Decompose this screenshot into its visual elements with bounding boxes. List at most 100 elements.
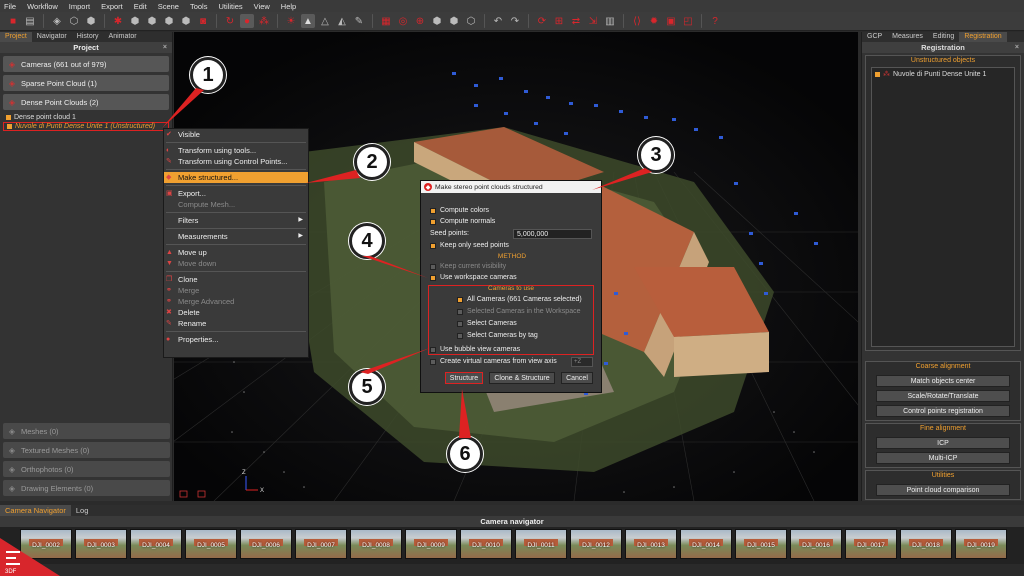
virtual-axis-select[interactable]: +Z: [571, 357, 593, 367]
menu-item[interactable]: ◆ Make structured...: [164, 172, 308, 183]
texture-tool-icon[interactable]: ⬢: [162, 14, 176, 28]
camera-thumbnail[interactable]: DJI_0010: [460, 529, 512, 559]
globe-icon[interactable]: ⊕: [413, 14, 427, 28]
camera-thumbnail[interactable]: DJI_0013: [625, 529, 677, 559]
brush-icon[interactable]: ✎: [352, 14, 366, 28]
seed-points-input[interactable]: 5,000,000: [513, 229, 592, 239]
camera-thumbnail[interactable]: DJI_0014: [680, 529, 732, 559]
menu-item[interactable]: ▲ Move up: [164, 247, 308, 258]
checkbox-box[interactable]: [430, 274, 436, 281]
camera-thumbnail[interactable]: DJI_0012: [570, 529, 622, 559]
menu-import[interactable]: Import: [69, 2, 90, 11]
point-cloud-comparison-button[interactable]: Point cloud comparison: [876, 484, 1010, 496]
crop-icon[interactable]: ⊞: [552, 14, 566, 28]
camera-thumbnail[interactable]: DJI_0007: [295, 529, 347, 559]
camera-tool-icon[interactable]: ◈: [50, 14, 64, 28]
menu-edit[interactable]: Edit: [134, 2, 147, 11]
new-project-icon[interactable]: ■: [6, 14, 20, 28]
target-icon[interactable]: ◎: [396, 14, 410, 28]
group-header[interactable]: ◈ Cameras (661 out of 979): [3, 56, 169, 72]
use-bubble-cameras-checkbox[interactable]: Use bubble view cameras: [430, 346, 520, 353]
tab-registration[interactable]: Registration: [959, 32, 1007, 42]
tab-project[interactable]: Project: [0, 32, 32, 42]
camera-thumbnail[interactable]: DJI_0004: [130, 529, 182, 559]
hierarchy-icon[interactable]: ⁂: [257, 14, 271, 28]
menu-scene[interactable]: Scene: [158, 2, 179, 11]
sync-icon[interactable]: ⇄: [569, 14, 583, 28]
triangle-shade-icon[interactable]: ◭: [335, 14, 349, 28]
checkbox-box[interactable]: [430, 346, 436, 353]
menu-file[interactable]: File: [4, 2, 16, 11]
icp-button[interactable]: ICP: [876, 437, 1010, 449]
refresh-icon[interactable]: ⟳: [535, 14, 549, 28]
menu-export[interactable]: Export: [101, 2, 123, 11]
keep-visibility-checkbox[interactable]: Keep current visibility: [430, 263, 506, 270]
menu-item[interactable]: ✎ Rename: [164, 318, 308, 329]
radio-cameras-by-tag[interactable]: Select Cameras by tag: [457, 332, 538, 339]
rotate-icon[interactable]: ↻: [223, 14, 237, 28]
list-item[interactable]: ⁂ Nuvole di Punti Dense Unite 1: [875, 70, 1011, 78]
close-icon[interactable]: ×: [163, 42, 167, 53]
menu-tools[interactable]: Tools: [190, 2, 208, 11]
radio-button[interactable]: [457, 308, 463, 315]
tab-navigator[interactable]: Navigator: [32, 32, 72, 42]
chart-icon[interactable]: ▥: [603, 14, 617, 28]
mesh-tool-icon[interactable]: ⬢: [145, 14, 159, 28]
multi-icp-button[interactable]: Multi-ICP: [876, 452, 1010, 464]
group-header[interactable]: ◈ Dense Point Clouds (2): [3, 94, 169, 110]
menu-item[interactable]: ● Properties...: [164, 334, 308, 345]
camera-thumbnail[interactable]: DJI_0006: [240, 529, 292, 559]
menu-item[interactable]: ✔ Visible: [164, 129, 308, 140]
control-points-registration-button[interactable]: Control points registration: [876, 405, 1010, 417]
radio-button[interactable]: [457, 332, 463, 339]
camera-thumbnail[interactable]: DJI_0019: [955, 529, 1007, 559]
tab-log[interactable]: Log: [71, 505, 94, 516]
group-header[interactable]: ◈ Meshes (0): [3, 423, 170, 439]
cancel-button[interactable]: Cancel: [561, 372, 593, 384]
menu-help[interactable]: Help: [281, 2, 296, 11]
light-icon[interactable]: ☀: [284, 14, 298, 28]
menu-view[interactable]: View: [254, 2, 270, 11]
radio-workspace-cameras[interactable]: Selected Cameras in the Workspace: [457, 308, 580, 315]
help-icon[interactable]: ?: [708, 14, 722, 28]
checkbox-box[interactable]: [430, 207, 436, 214]
scale-rotate-translate-button[interactable]: Scale/Rotate/Translate: [876, 390, 1010, 402]
wizard-icon[interactable]: ✱: [111, 14, 125, 28]
menu-item[interactable]: ✖ Delete: [164, 307, 308, 318]
create-virtual-cameras-checkbox[interactable]: Create virtual cameras from view axis: [430, 358, 557, 365]
menu-utilities[interactable]: Utilities: [218, 2, 242, 11]
settings-gear-icon[interactable]: ✹: [647, 14, 661, 28]
structure-button[interactable]: Structure: [445, 372, 483, 384]
sparse-tool-icon[interactable]: ⬡: [67, 14, 81, 28]
radio-button[interactable]: [457, 320, 463, 327]
measure-icon[interactable]: ▦: [379, 14, 393, 28]
save-icon[interactable]: ▤: [23, 14, 37, 28]
menu-item[interactable]: ▣ Export...: [164, 188, 308, 199]
camera-thumbnail[interactable]: DJI_0016: [790, 529, 842, 559]
group-header[interactable]: ◈ Sparse Point Cloud (1): [3, 75, 169, 91]
ortho-tool-icon[interactable]: ⬢: [179, 14, 193, 28]
camera-filmstrip[interactable]: DJI_0002 DJI_0003 DJI_0004 DJI_0005 DJI_0006…: [0, 527, 1024, 564]
tab-gcp[interactable]: GCP: [862, 32, 887, 42]
menu-item[interactable]: ❐ Clone: [164, 274, 308, 285]
tree-item[interactable]: Dense point cloud 1: [3, 113, 169, 122]
camera-thumbnail[interactable]: DJI_0005: [185, 529, 237, 559]
compute-normals-checkbox[interactable]: Compute normals: [430, 218, 495, 225]
keep-only-seed-checkbox[interactable]: Keep only seed points: [430, 242, 509, 249]
view-cube-icon[interactable]: ⬢: [430, 14, 444, 28]
redo-icon[interactable]: ↷: [508, 14, 522, 28]
camera-thumbnail[interactable]: DJI_0017: [845, 529, 897, 559]
tab-animator[interactable]: Animator: [104, 32, 142, 42]
tab-history[interactable]: History: [72, 32, 104, 42]
view-wire-icon[interactable]: ⬡: [464, 14, 478, 28]
camera-thumbnail[interactable]: DJI_0015: [735, 529, 787, 559]
radio-select-cameras[interactable]: Select Cameras: [457, 320, 517, 327]
checkbox-box[interactable]: [430, 242, 436, 249]
view-box-icon[interactable]: ⬢: [447, 14, 461, 28]
clone-structure-button[interactable]: Clone & Structure: [489, 372, 555, 384]
camera-thumbnail[interactable]: DJI_0003: [75, 529, 127, 559]
camera-thumbnail[interactable]: DJI_0008: [350, 529, 402, 559]
menu-workflow[interactable]: Workflow: [27, 2, 58, 11]
box-3d-icon[interactable]: ◰: [681, 14, 695, 28]
camera-thumbnail[interactable]: DJI_0018: [900, 529, 952, 559]
